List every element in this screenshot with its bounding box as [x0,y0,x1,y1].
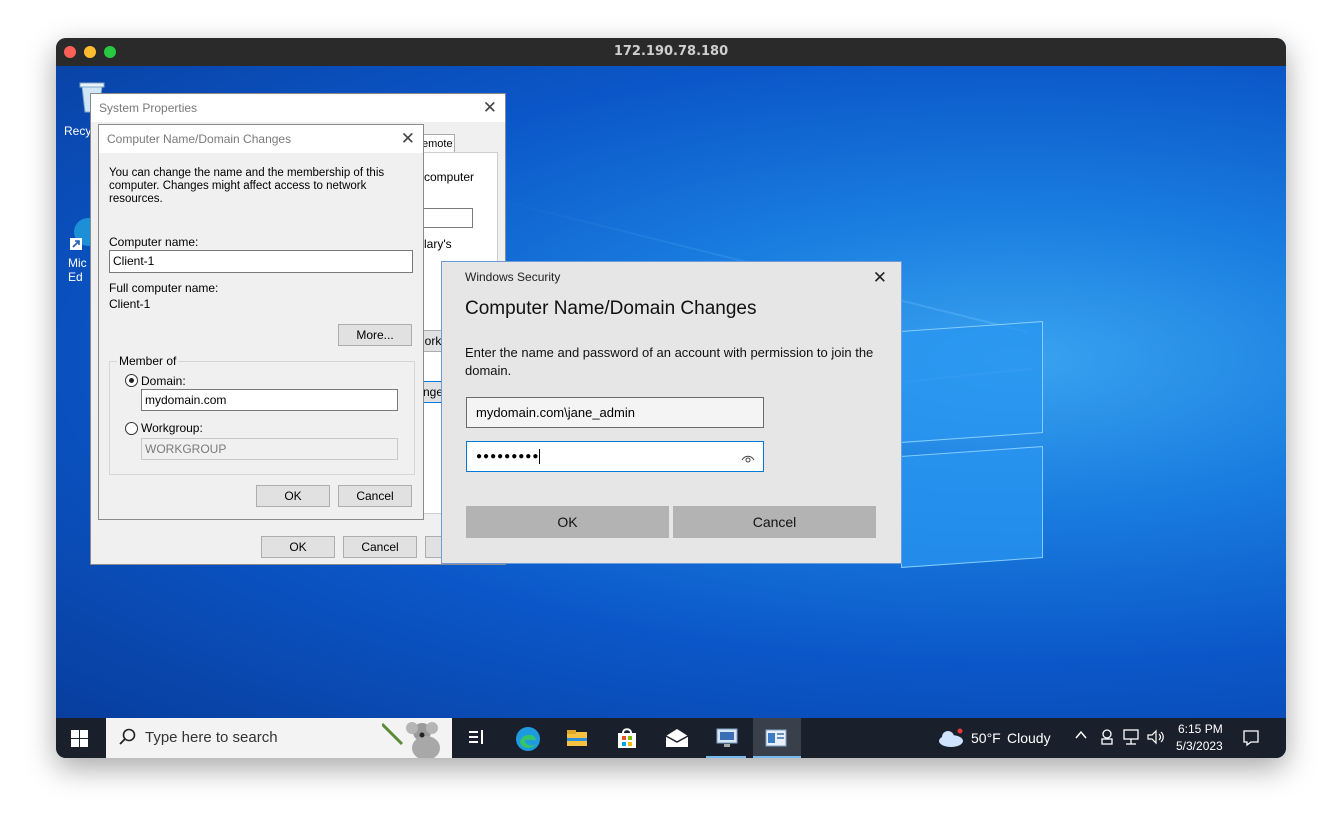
notifications-icon[interactable] [1242,729,1260,752]
task-view-icon[interactable] [466,726,490,750]
full-name-label: Full computer name: [109,281,219,295]
microsoft-store-icon[interactable] [615,726,639,750]
network-icon[interactable] [1122,728,1140,751]
close-icon[interactable]: ✕ [873,268,887,288]
window-titlebar: 172.190.78.180 [56,38,1286,66]
reveal-password-eye-icon[interactable] [741,449,755,478]
more-button[interactable]: More... [338,324,412,346]
password-mask: ●●●●●●●●● [476,451,540,462]
windows-logo-pane [901,321,1043,443]
taskbar: Type here to search 50°F Cloudy 6:15 PM … [56,718,1286,758]
weather-desc[interactable]: Cloudy [1007,730,1051,746]
cancel-button[interactable]: Cancel [343,536,417,558]
clock-date[interactable]: 5/3/2023 [1176,739,1223,753]
active-indicator [753,756,801,758]
edge-taskbar-icon[interactable] [515,726,540,751]
workgroup-field[interactable]: WORKGROUP [141,438,398,460]
remote-desktop-connection-icon[interactable] [714,726,738,750]
computer-name-dialog: Computer Name/Domain Changes ✕ You can c… [98,124,424,520]
weather-temp[interactable]: 50°F [971,730,1001,746]
running-indicator [706,756,746,758]
cancel-button[interactable]: Cancel [673,506,876,538]
security-app-name: Windows Security [465,270,561,284]
mail-icon[interactable] [664,726,689,750]
recycle-bin-label: Recy [64,124,92,138]
ok-button[interactable]: OK [256,485,330,507]
taskbar-search-box[interactable]: Type here to search [106,718,452,758]
weather-cloud-icon[interactable] [938,728,964,753]
dialog-title: Computer Name/Domain Changes [99,125,423,153]
search-icon [118,728,136,750]
ok-button[interactable]: OK [466,506,669,538]
text-cursor [539,448,541,464]
volume-icon[interactable] [1146,728,1166,751]
workgroup-radio[interactable] [125,422,138,435]
system-properties-title: System Properties [91,94,505,122]
windows-start-icon[interactable] [71,730,88,752]
cancel-button[interactable]: Cancel [338,485,412,507]
partial-text: lary's [424,237,452,251]
password-field[interactable]: ●●●●●●●●● [466,441,764,472]
minimize-traffic-light[interactable] [84,46,96,58]
partial-field[interactable] [421,208,473,228]
search-placeholder: Type here to search [145,729,278,746]
chevron-up-icon[interactable] [1074,728,1088,745]
close-icon[interactable]: ✕ [483,98,497,118]
koala-search-highlight-icon [380,718,450,758]
security-description: Enter the name and password of an accoun… [465,345,874,378]
close-icon[interactable]: ✕ [401,129,415,149]
username-field[interactable]: mydomain.com\jane_admin [466,397,764,428]
full-name-value: Client-1 [109,297,151,311]
window-title: 172.190.78.180 [613,44,729,59]
security-heading: Computer Name/Domain Changes [465,298,757,319]
partial-text: computer [424,170,475,184]
clock-time[interactable]: 6:15 PM [1178,722,1223,736]
tab-remote[interactable]: emote [421,134,455,153]
close-traffic-light[interactable] [64,46,76,58]
file-explorer-icon[interactable] [565,726,589,750]
maximize-traffic-light[interactable] [104,46,116,58]
domain-radio[interactable] [125,374,138,387]
domain-label: Domain: [141,374,186,388]
member-of-label: Member of [117,354,179,368]
ok-button[interactable]: OK [261,536,335,558]
system-properties-taskbar-icon[interactable] [763,726,787,750]
windows-security-dialog: Windows Security ✕ Computer Name/Domain … [441,261,902,564]
windows-logo-pane [901,446,1043,568]
workgroup-label: Workgroup: [141,421,203,435]
domain-field[interactable]: mydomain.com [141,389,398,411]
meet-now-icon[interactable] [1099,728,1115,751]
computer-name-label: Computer name: [109,235,199,249]
intro-text: You can change the name and the membersh… [109,167,385,205]
computer-name-field[interactable]: Client-1 [109,250,413,273]
